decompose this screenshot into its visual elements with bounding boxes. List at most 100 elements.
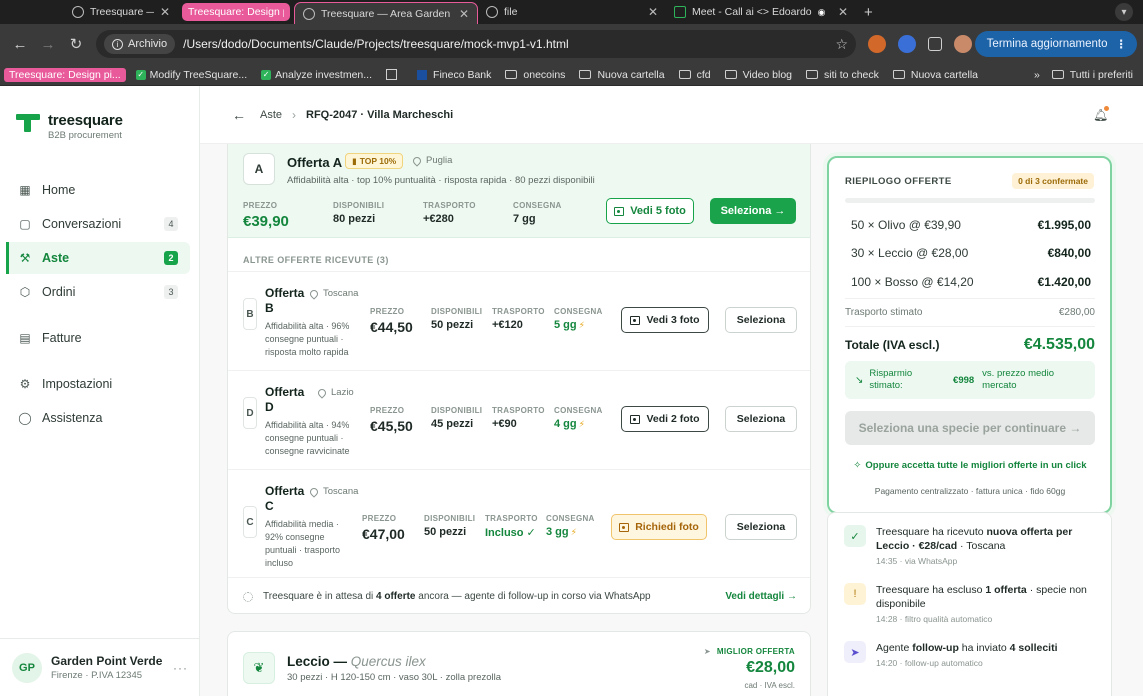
bell-icon[interactable]: 🔔︎: [1093, 106, 1109, 122]
view-details-link[interactable]: Vedi dettagli →: [725, 591, 797, 602]
forward-icon[interactable]: →: [34, 36, 62, 53]
count-badge: 2: [164, 251, 178, 265]
bookmark-item[interactable]: Fineco Bank: [417, 69, 491, 81]
medal-icon: ▮: [352, 155, 357, 166]
archive-chip[interactable]: i Archivio: [104, 34, 176, 54]
species-spec: 30 pezzi · H 120-150 cm · vaso 30L · zol…: [287, 672, 502, 683]
back-arrow-icon[interactable]: ←: [232, 107, 246, 123]
address-bar[interactable]: i Archivio /Users/dodo/Documents/Claude/…: [96, 30, 856, 58]
request-photos-button[interactable]: Richiedi foto: [611, 514, 707, 540]
sidebar-item-impostazioni[interactable]: ⚙ Impostazioni: [6, 368, 190, 400]
view-photos-button[interactable]: Vedi 5 foto: [606, 198, 694, 224]
bookmark-folder[interactable]: Nuova cartella: [579, 69, 665, 81]
recording-icon: ◉: [817, 6, 826, 17]
sidebar-item-home[interactable]: ▦ Home: [6, 174, 190, 206]
bookmark-item[interactable]: ✓ Modify TreeSquare...: [135, 69, 247, 81]
offer-shipping: TRASPORTO +€280: [423, 201, 476, 225]
offer-price: PREZZO €45,50: [370, 406, 413, 434]
offer-shipping: TRASPORTO +€90: [492, 406, 545, 430]
view-photos-button[interactable]: Vedi 3 foto: [621, 307, 709, 333]
reload-icon[interactable]: ↻: [62, 35, 90, 53]
select-offer-button[interactable]: Seleziona →: [710, 198, 796, 224]
bookmark-item[interactable]: Treesquare: Design pi...: [4, 67, 126, 82]
offer-title: Offerta B: [265, 286, 305, 315]
more-bookmarks-icon[interactable]: »: [1034, 69, 1040, 81]
offer-price: PREZZO €47,00: [362, 514, 405, 542]
continue-button[interactable]: Seleziona una specie per continuare →: [845, 411, 1095, 445]
sidebar-item-ordini[interactable]: ⬡ Ordini 3: [6, 276, 190, 308]
pin-icon: [308, 287, 320, 300]
folder-icon: [505, 70, 518, 79]
profile-avatar[interactable]: [954, 35, 972, 53]
offer-delivery: CONSEGNA 5 gg ⚡︎: [554, 307, 603, 331]
pin-icon: [316, 386, 328, 399]
sidebar-item-fatture[interactable]: ▤ Fatture: [6, 322, 190, 354]
offer-price: PREZZO €44,50: [370, 307, 413, 335]
followup-status: Treesquare è in attesa di 4 offerte anco…: [228, 577, 810, 613]
browser-tab[interactable]: Treesquare — Area Garden Po ✕: [0, 0, 178, 24]
close-icon[interactable]: ✕: [453, 7, 469, 21]
close-icon[interactable]: ✕: [832, 5, 848, 19]
all-bookmarks[interactable]: Tutti i preferiti: [1051, 69, 1133, 81]
browser-tab[interactable]: Meet - Call ai <> Edoardo ◉ ✕: [666, 0, 856, 24]
activity-item: ! Treesquare ha escluso 1 offerta · spec…: [844, 583, 1098, 624]
trend-down-icon: ↘: [855, 374, 864, 386]
puzzle-icon[interactable]: [928, 37, 942, 51]
payment-note: Pagamento centralizzato · fattura unica …: [874, 486, 1066, 496]
browser-tab-active[interactable]: Treesquare — Area Garden Po ✕: [294, 2, 478, 24]
star-icon[interactable]: ☆: [835, 36, 848, 53]
offer-description: Affidabilità alta · top 10% puntualità ·…: [287, 175, 595, 186]
view-photos-button[interactable]: Vedi 2 foto: [621, 406, 709, 432]
bookmark-folder[interactable]: Nuova cartella: [892, 69, 978, 81]
chevron-down-icon[interactable]: ▾: [1115, 3, 1133, 21]
new-tab-icon[interactable]: +: [864, 4, 873, 21]
breadcrumb-separator: ›: [292, 107, 297, 122]
update-button[interactable]: Termina aggiornamento ⋮: [974, 31, 1137, 57]
bookmark-folder[interactable]: onecoins: [505, 69, 565, 81]
offer-letter: D: [243, 397, 257, 429]
select-offer-button[interactable]: Seleziona: [725, 514, 797, 540]
send-icon: ➤: [844, 641, 866, 663]
extension-blue-icon[interactable]: [898, 35, 916, 53]
send-icon: ➤: [703, 647, 711, 656]
apps-grid[interactable]: [386, 69, 403, 80]
user-profile[interactable]: GP Garden Point Verde Firenze · P.IVA 12…: [0, 638, 200, 696]
status-badge: 0 di 3 confermate: [1012, 173, 1094, 189]
offer-row: B Offerta B Toscana Affidabilità alta · …: [228, 271, 810, 370]
select-offer-button[interactable]: Seleziona: [725, 406, 797, 432]
check-icon: ✓: [135, 69, 146, 80]
offer-letter: C: [243, 506, 257, 538]
sidebar-item-conversazioni[interactable]: ▢ Conversazioni 4: [6, 208, 190, 240]
more-icon[interactable]: ···: [173, 661, 188, 675]
offer-shipping: TRASPORTO Incluso ✓: [485, 514, 538, 539]
folder-icon: [724, 70, 737, 79]
bookmark-item[interactable]: ✓ Analyze investmen...: [261, 69, 372, 81]
accept-all-link[interactable]: ✧ Oppure accetta tutte le migliori offert…: [845, 460, 1095, 471]
back-icon[interactable]: ←: [6, 36, 34, 53]
saving-box: ↘ Risparmio stimato: €998 vs. prezzo med…: [845, 361, 1095, 399]
close-icon[interactable]: ✕: [154, 5, 170, 19]
logo[interactable]: treesquare B2B procurement: [16, 112, 123, 141]
sidebar-item-assistenza[interactable]: ◯ Assistenza: [6, 402, 190, 434]
sidebar-nav: ▦ Home ▢ Conversazioni 4 ⚒ Aste 2 ⬡ Ordi…: [6, 174, 190, 436]
main-content: A Offerta A ▮ TOP 10% Puglia Affidabilità…: [200, 144, 1143, 696]
brand-name: treesquare: [48, 112, 123, 129]
species-card[interactable]: ❦ Leccio — Quercus ilex 30 pezzi · H 120…: [227, 631, 811, 696]
user-name: Garden Point Verde: [51, 654, 163, 668]
bookmark-folder[interactable]: Video blog: [724, 69, 792, 81]
offer-letter: B: [243, 298, 257, 330]
bookmark-folder[interactable]: cfd: [678, 69, 711, 81]
url-text[interactable]: /Users/dodo/Documents/Claude/Projects/tr…: [183, 37, 569, 51]
select-offer-button[interactable]: Seleziona: [725, 307, 797, 333]
close-icon[interactable]: ✕: [642, 5, 658, 19]
browser-tab-group[interactable]: Treesquare: Design p: [182, 3, 290, 21]
breadcrumb-parent[interactable]: Aste: [260, 109, 282, 121]
folder-icon: [806, 70, 819, 79]
offer-delivery: CONSEGNA 3 gg ⚡︎: [546, 514, 595, 538]
browser-tab[interactable]: file ✕: [478, 0, 666, 24]
summary-line: 50 × Olivo @ €39,90 €1.995,00: [851, 218, 1091, 232]
pin-icon: [411, 154, 423, 167]
sidebar-item-aste[interactable]: ⚒ Aste 2: [6, 242, 190, 274]
extension-fox-icon[interactable]: [868, 35, 886, 53]
bookmark-folder[interactable]: siti to check: [806, 69, 879, 81]
